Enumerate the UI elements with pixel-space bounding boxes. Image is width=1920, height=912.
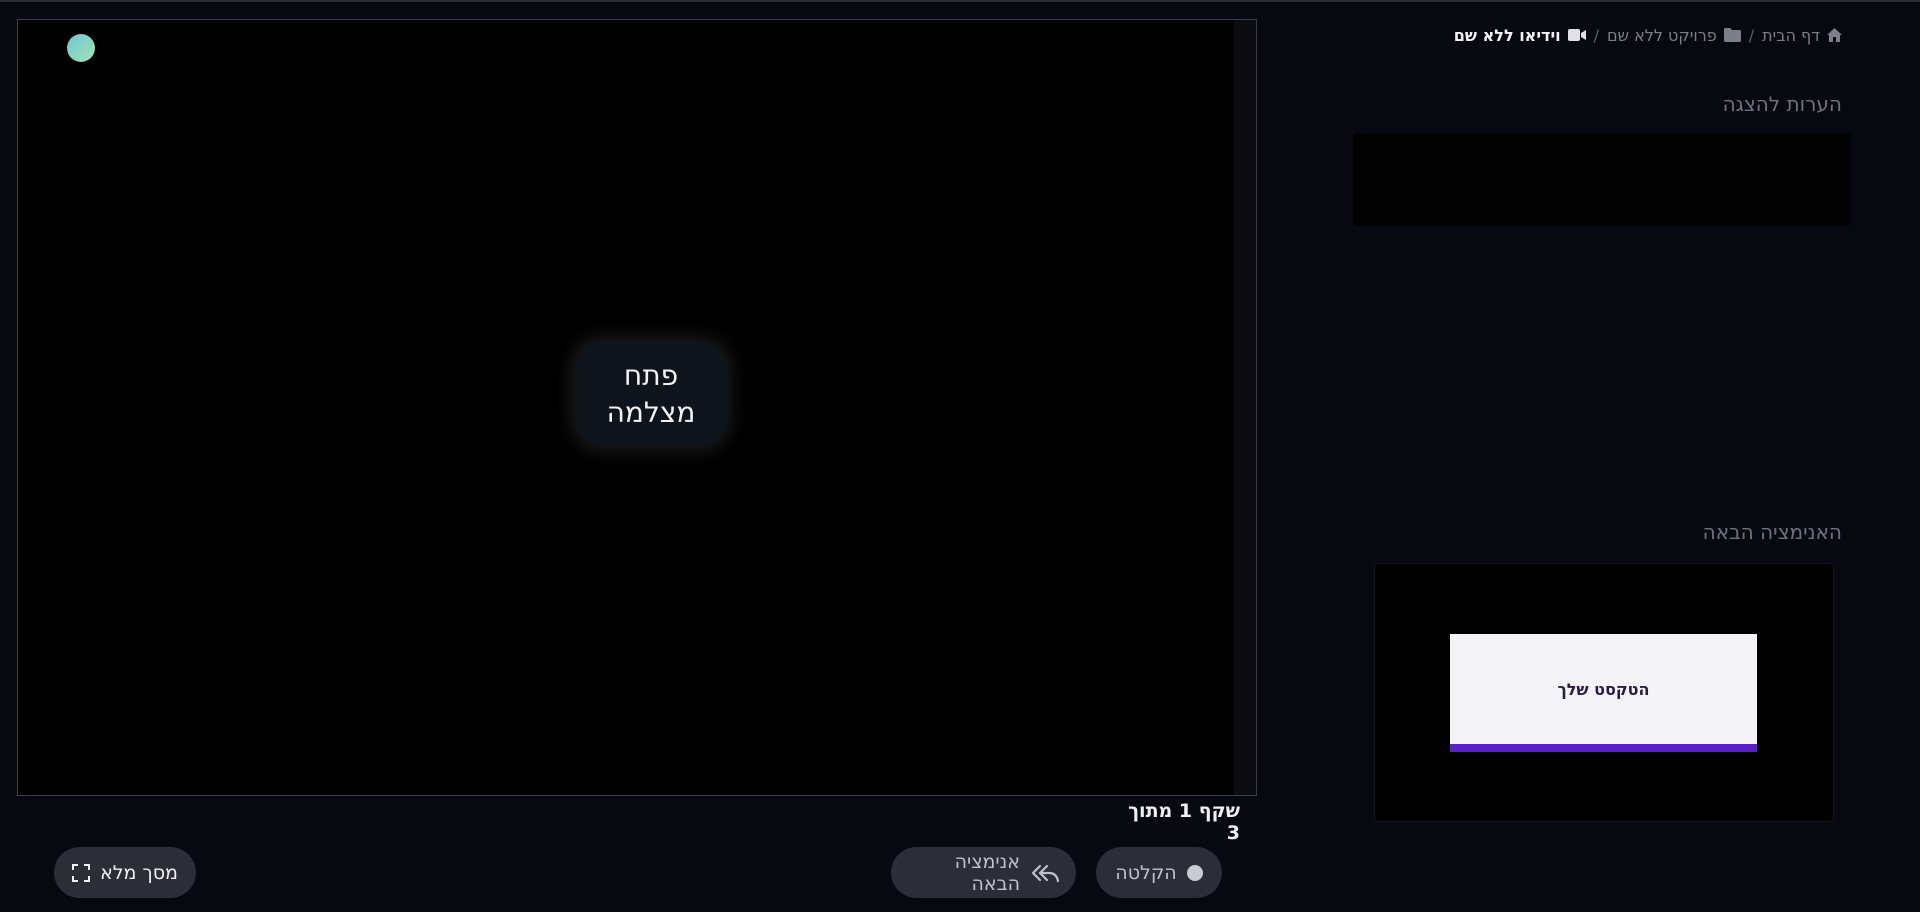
folder-icon xyxy=(1723,28,1741,42)
record-button[interactable]: הקלטה xyxy=(1096,847,1222,898)
preview-card: הטקסט שלך xyxy=(1450,634,1757,752)
slide-counter: שקף 1 מתוך 3 xyxy=(1128,800,1240,844)
notes-title: הערות להצגה xyxy=(1722,92,1842,116)
video-camera-icon xyxy=(1567,29,1586,41)
reply-all-icon xyxy=(1030,863,1060,883)
record-label: הקלטה xyxy=(1115,861,1177,884)
breadcrumb-video: וידיאו ללא שם xyxy=(1454,26,1586,45)
top-border xyxy=(0,0,1920,2)
breadcrumb-home-label: דף הבית xyxy=(1762,25,1820,45)
fullscreen-button[interactable]: מסך מלא xyxy=(54,847,196,898)
breadcrumb-separator: / xyxy=(1748,25,1755,45)
next-animation-preview: הטקסט שלך xyxy=(1374,563,1834,822)
presentation-stage: פתח מצלמה xyxy=(17,19,1257,796)
open-camera-button[interactable]: פתח מצלמה xyxy=(576,342,726,446)
home-icon xyxy=(1827,28,1842,42)
notes-box[interactable] xyxy=(1353,133,1851,226)
breadcrumb-project[interactable]: פרויקט ללא שם xyxy=(1607,26,1741,45)
breadcrumb-project-label: פרויקט ללא שם xyxy=(1607,25,1717,45)
next-animation-label: אנימציה הבאה xyxy=(954,850,1020,895)
camera-bubble[interactable] xyxy=(67,34,95,62)
record-dot-icon xyxy=(1186,864,1203,881)
breadcrumb-video-label: וידיאו ללא שם xyxy=(1453,25,1561,45)
breadcrumb-home[interactable]: דף הבית xyxy=(1762,26,1842,45)
fullscreen-label: מסך מלא xyxy=(100,861,178,884)
next-animation-button[interactable]: אנימציה הבאה xyxy=(891,847,1076,898)
breadcrumb: דף הבית / פרויקט ללא שם / וידיאו ללא שם xyxy=(1420,22,1842,48)
stage-scrollbar[interactable] xyxy=(1234,20,1256,795)
preview-text: הטקסט שלך xyxy=(1557,679,1650,699)
slide-canvas: פתח מצלמה xyxy=(35,20,1235,795)
next-animation-title: האנימציה הבאה xyxy=(1702,520,1842,544)
breadcrumb-separator: / xyxy=(1593,25,1600,45)
fullscreen-icon xyxy=(72,863,91,882)
